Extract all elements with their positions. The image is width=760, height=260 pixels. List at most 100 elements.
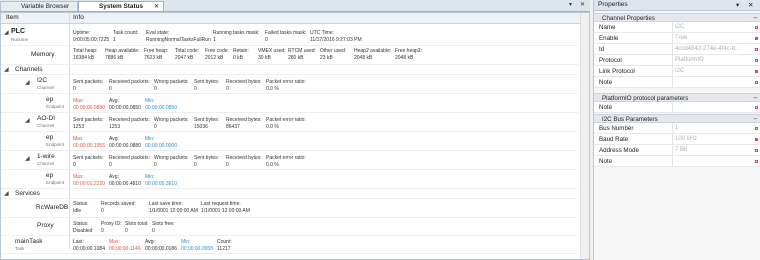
- onewire-ep-name[interactable]: ep: [46, 172, 53, 179]
- field-label: Received packets:: [109, 155, 150, 161]
- field-label: Status:: [73, 201, 89, 207]
- dropdown-icon[interactable]: ▾: [736, 1, 739, 9]
- property-row[interactable]: Note: [594, 156, 760, 167]
- field-value: 0: [109, 161, 112, 168]
- info-field: Heap available: 7886 kB: [105, 48, 139, 61]
- property-row[interactable]: Bus Number 1: [594, 123, 760, 134]
- property-value[interactable]: I2C: [675, 24, 684, 30]
- field-label: Received packets:: [109, 117, 150, 123]
- property-name: Protocol: [599, 57, 622, 64]
- property-divider: [672, 134, 673, 145]
- field-label: Received bytes:: [226, 155, 262, 161]
- section-label: I2C Bus Parameters: [602, 116, 658, 123]
- field-label: Wrong packets:: [154, 155, 189, 161]
- field-value: 00:00:00.1084: [73, 245, 105, 252]
- field-value: 2048 kB: [395, 54, 414, 61]
- info-field: Heap2 available: 2048 kB: [354, 48, 391, 61]
- collapse-icon[interactable]: ◢: [4, 190, 9, 197]
- field-value: 1/1/0001 12:00:00 AM: [149, 207, 198, 214]
- aodi-ep-name[interactable]: ep: [46, 134, 53, 141]
- property-row[interactable]: Baud Rate 100 kHz: [594, 134, 760, 145]
- field-value: 0.0 %: [266, 85, 279, 92]
- i2c-name[interactable]: I2C: [37, 77, 47, 84]
- field-value: 0 kB: [233, 54, 244, 61]
- field-value: 00:00:00.3610: [145, 180, 177, 187]
- property-value[interactable]: I2C: [675, 68, 684, 74]
- property-value[interactable]: 7 Bit: [675, 147, 687, 153]
- field-value: 00:00:00.4810: [109, 180, 141, 187]
- endpoint-avg: Avg: 00:00:00.0880: [109, 136, 141, 149]
- property-row[interactable]: Link Protocol I2C: [594, 66, 760, 77]
- info-field: Wrong packets: 0: [154, 155, 189, 168]
- property-row[interactable]: Name I2C: [594, 22, 760, 33]
- services-name[interactable]: Services: [15, 190, 40, 197]
- dropdown-icon[interactable]: ▾: [566, 1, 575, 10]
- properties-header: Properties ▾ ✕: [594, 0, 760, 11]
- field-label: Free code:: [205, 48, 229, 54]
- collapse-icon[interactable]: ◢: [25, 79, 30, 86]
- section-channel-properties[interactable]: Channel Properties −: [594, 13, 760, 22]
- plc-name[interactable]: PLC: [11, 28, 25, 35]
- property-value[interactable]: 100 kHz: [675, 136, 697, 142]
- maintask-name[interactable]: mainTask: [15, 238, 42, 245]
- property-row[interactable]: Address Mode 7 Bit: [594, 145, 760, 156]
- field-label: Wrong packets:: [154, 117, 189, 123]
- memory-name[interactable]: Memory: [31, 51, 54, 58]
- property-value[interactable]: 1: [675, 125, 678, 131]
- field-label: Free heap:: [144, 48, 169, 54]
- field-value: 00:00:00.0880: [73, 104, 105, 111]
- aodi-name[interactable]: AO-DI: [37, 115, 55, 122]
- info-field: Total heap: 16384 kB: [73, 48, 97, 61]
- collapse-icon[interactable]: ◢: [4, 66, 9, 73]
- onewire-name[interactable]: 1-wire: [37, 153, 55, 160]
- field-value: 00:00:00.1955: [73, 142, 105, 149]
- info-field: Task count: 1: [113, 30, 138, 43]
- section-label: Channel Properties: [602, 15, 655, 22]
- collapse-icon[interactable]: ◢: [4, 29, 9, 36]
- field-value: 1253: [73, 123, 85, 130]
- info-field: Packet error ratio: 0.0 %: [266, 155, 306, 168]
- property-row[interactable]: Note: [594, 102, 760, 113]
- info-field: Received bytes: 0: [226, 155, 262, 168]
- onewire-type: Channel: [37, 161, 55, 166]
- section-platformio-params[interactable]: PlatformIO protocol parameters −: [594, 93, 760, 102]
- i2c-type: Channel: [37, 85, 55, 90]
- proxy-name[interactable]: Proxy: [37, 222, 54, 229]
- field-label: Packet error ratio:: [266, 155, 306, 161]
- field-label: Sent packets:: [73, 155, 104, 161]
- collapse-icon[interactable]: −: [753, 15, 757, 22]
- vertical-scrollbar[interactable]: [580, 13, 589, 259]
- close-icon[interactable]: ✕: [748, 1, 753, 9]
- info-field: Wrong packets: 0: [154, 79, 189, 92]
- field-value: 0: [73, 85, 76, 92]
- channels-name[interactable]: Channels: [15, 66, 42, 73]
- field-value: 16384 kB: [73, 54, 95, 61]
- section-i2c-bus-params[interactable]: I2C Bus Parameters −: [594, 114, 760, 123]
- column-item[interactable]: Item: [6, 14, 19, 21]
- close-icon[interactable]: ✕: [154, 2, 159, 12]
- close-icon[interactable]: ✕: [578, 1, 587, 10]
- field-value: 00:00:00.0850: [145, 104, 177, 111]
- collapse-icon[interactable]: ◢: [25, 117, 30, 124]
- collapse-icon[interactable]: ◢: [25, 155, 30, 162]
- i2c-ep-name[interactable]: ep: [46, 96, 53, 103]
- tab-system-status[interactable]: System Status ✕: [78, 1, 164, 11]
- property-row[interactable]: Id 4ccd4842-274e-4f4c-b...: [594, 44, 760, 55]
- property-divider: [672, 22, 673, 33]
- column-info[interactable]: Info: [73, 14, 84, 21]
- tab-variable-browser[interactable]: Variable Browser: [0, 1, 78, 11]
- rcware-name[interactable]: RcWareDB: [36, 204, 68, 211]
- endpoint-min: Min: 00:00:00.0850: [145, 98, 177, 111]
- property-row[interactable]: Protocol PlatformIO: [594, 55, 760, 66]
- collapse-icon[interactable]: −: [753, 95, 757, 102]
- collapse-icon[interactable]: −: [753, 116, 757, 123]
- field-value: 00:00:00.1146: [109, 245, 141, 252]
- property-row[interactable]: Enable True: [594, 33, 760, 44]
- field-value: 11217: [217, 245, 231, 252]
- property-row[interactable]: Note: [594, 77, 760, 88]
- property-name: Baud Rate: [599, 136, 629, 143]
- property-value[interactable]: True: [675, 35, 687, 41]
- endpoint-avg: Avg: 00:00:00.4810: [109, 174, 141, 187]
- property-value[interactable]: 4ccd4842-274e-4f4c-b...: [675, 46, 740, 52]
- property-value[interactable]: PlatformIO: [675, 57, 704, 63]
